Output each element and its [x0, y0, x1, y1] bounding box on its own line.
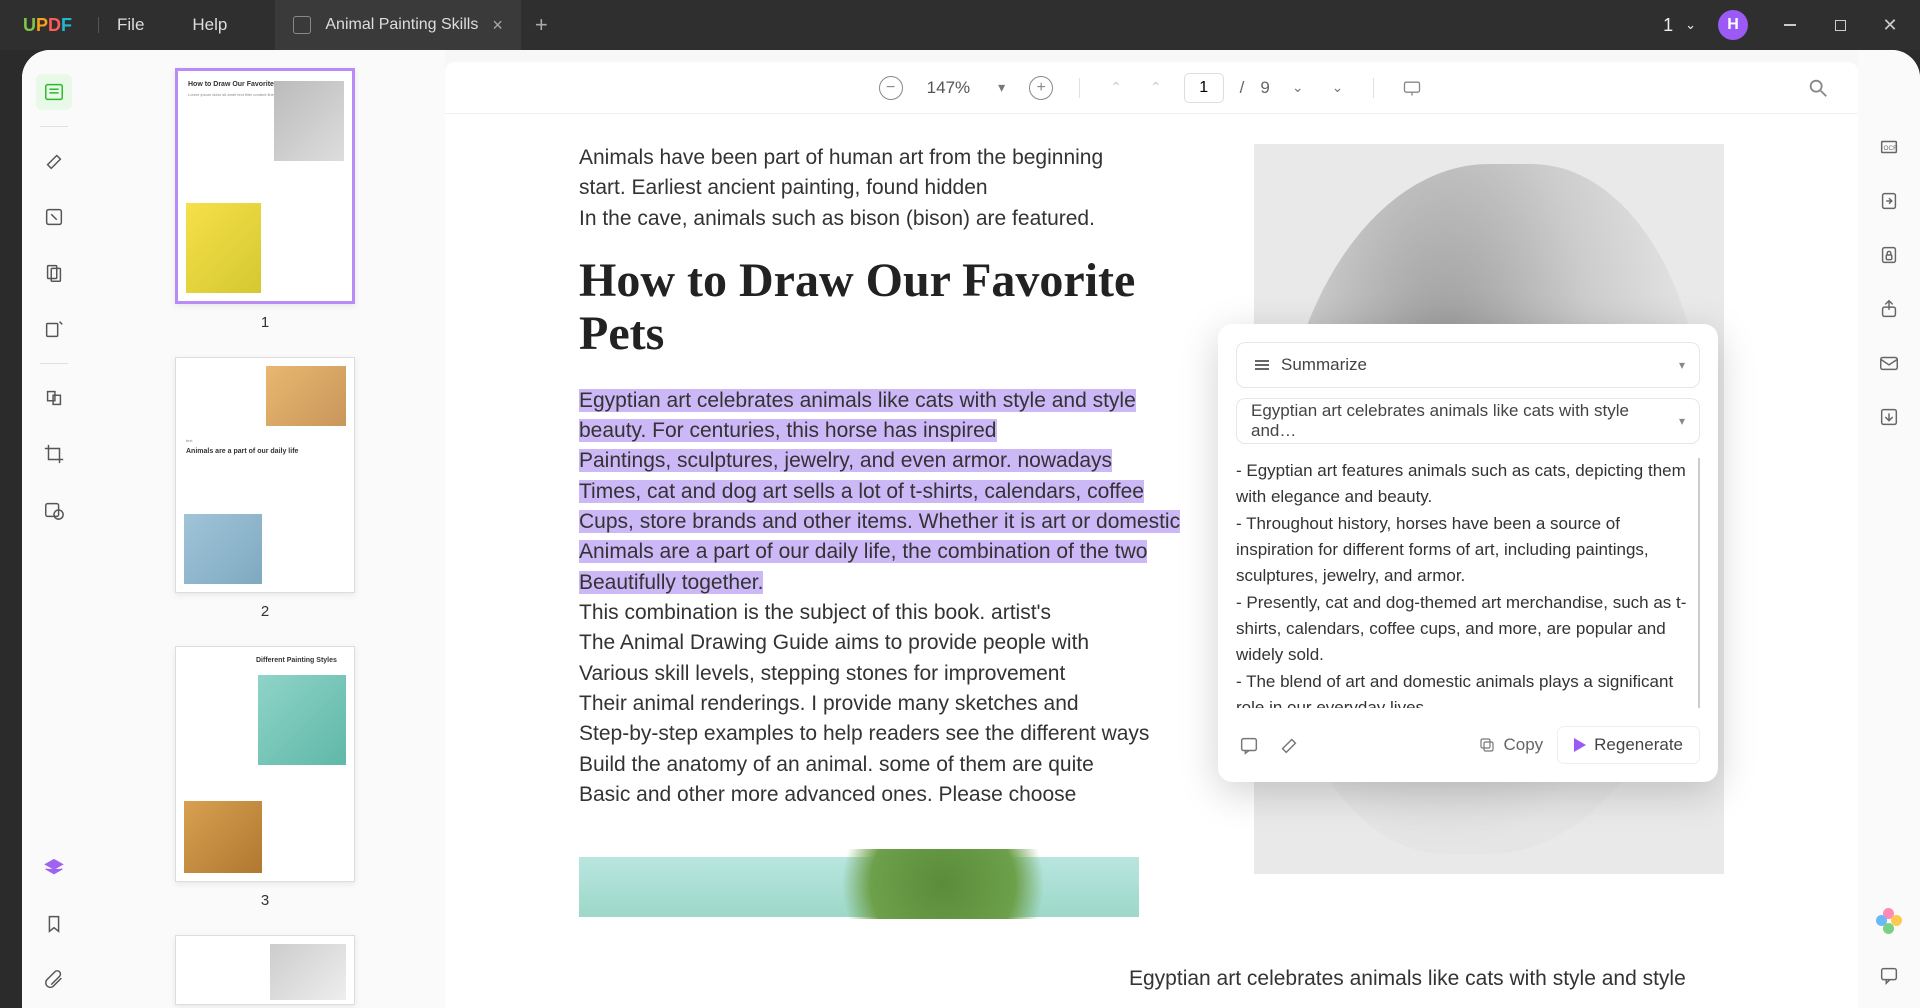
highlighter-icon[interactable]	[1276, 732, 1302, 758]
add-tab-button[interactable]: +	[535, 12, 548, 38]
last-page-icon[interactable]: ⌄	[1326, 73, 1350, 102]
tab-close-icon[interactable]: ×	[492, 15, 503, 36]
zoom-out-button[interactable]: −	[877, 74, 905, 102]
save-icon[interactable]	[1876, 404, 1902, 430]
page-total: 9	[1260, 78, 1269, 98]
layers-icon[interactable]	[36, 850, 72, 886]
page-thumbnail[interactable]: Different Painting Styles	[175, 646, 355, 882]
page-separator: /	[1240, 78, 1245, 98]
chevron-down-icon: ▾	[1679, 358, 1685, 372]
regenerate-button[interactable]: Regenerate	[1557, 726, 1700, 764]
app-logo: UPDF	[15, 10, 80, 40]
svg-text:OCR: OCR	[1884, 145, 1899, 152]
window-counter[interactable]: 1	[1663, 15, 1673, 36]
prev-page-icon[interactable]: ⌃	[1144, 73, 1168, 102]
page-thumbnail[interactable]: How to Draw Our Favorite PetsLorem ipsum…	[175, 68, 355, 304]
protect-icon[interactable]	[1876, 242, 1902, 268]
ai-mode-select[interactable]: Summarize ▾	[1236, 342, 1700, 388]
document-second-column: Egyptian art celebrates animals like cat…	[579, 965, 1724, 993]
document-tab[interactable]: Animal Painting Skills ×	[275, 0, 520, 50]
ai-result-text[interactable]: - Egyptian art features animals such as …	[1236, 458, 1700, 708]
menu-file[interactable]: File	[117, 15, 144, 35]
window-maximize[interactable]	[1820, 5, 1860, 45]
ocr-icon[interactable]: OCR	[1876, 134, 1902, 160]
tab-title: Animal Painting Skills	[325, 16, 478, 34]
thumbnail-panel[interactable]: How to Draw Our Favorite PetsLorem ipsum…	[85, 50, 445, 1008]
thumbnail-number: 1	[261, 314, 269, 331]
window-minimize[interactable]	[1770, 5, 1810, 45]
highlighter-icon[interactable]	[36, 143, 72, 179]
ai-summary-select[interactable]: Egyptian art celebrates animals like cat…	[1236, 398, 1700, 444]
tab-document-icon	[293, 16, 311, 34]
document-heading: How to Draw Our Favorite Pets	[579, 255, 1204, 361]
page-thumbnail[interactable]: textAnimals are a part of our daily life	[175, 357, 355, 593]
comment-icon[interactable]	[1876, 962, 1902, 988]
page-number-input[interactable]	[1184, 73, 1224, 103]
titlebar: UPDF File Help Animal Painting Skills × …	[0, 0, 1920, 50]
attachment-icon[interactable]	[36, 962, 72, 998]
window-close[interactable]: ✕	[1870, 5, 1910, 45]
list-icon	[1251, 358, 1269, 372]
fill-sign-icon[interactable]	[36, 311, 72, 347]
next-page-icon[interactable]: ⌄	[1286, 73, 1310, 102]
ai-assistant-panel: Summarize ▾ Egyptian art celebrates anim…	[1218, 324, 1718, 782]
edit-text-icon[interactable]	[36, 199, 72, 235]
zoom-dropdown-icon[interactable]: ▾	[992, 73, 1011, 102]
search-icon[interactable]	[1804, 74, 1832, 102]
document-text-column[interactable]: Animals have been part of human art from…	[579, 144, 1204, 917]
thumbnail-number: 2	[261, 603, 269, 620]
bookmark-icon[interactable]	[36, 906, 72, 942]
page-thumbnail[interactable]	[175, 935, 355, 1005]
page-organizer-icon[interactable]	[36, 255, 72, 291]
play-icon	[1574, 738, 1586, 752]
ai-flower-icon[interactable]	[1876, 908, 1902, 934]
sticky-note-icon[interactable]	[1236, 732, 1262, 758]
chevron-down-icon[interactable]: ⌄	[1685, 17, 1696, 33]
share-icon[interactable]	[1876, 296, 1902, 322]
crop-icon[interactable]	[36, 436, 72, 472]
user-avatar[interactable]: H	[1718, 10, 1748, 40]
chevron-down-icon: ▾	[1679, 414, 1685, 428]
reader-mode-icon[interactable]	[36, 74, 72, 110]
document-toolbar: − 147% ▾ + ⌃ ⌃ / 9 ⌄ ⌄	[445, 62, 1858, 114]
zoom-in-button[interactable]: +	[1027, 74, 1055, 102]
copy-button[interactable]: Copy	[1478, 735, 1543, 755]
workspace: How to Draw Our Favorite PetsLorem ipsum…	[22, 50, 1920, 1008]
presentation-icon[interactable]	[1398, 74, 1426, 102]
highlighted-text: Egyptian art celebrates animals like cat…	[579, 389, 1136, 412]
document-view: − 147% ▾ + ⌃ ⌃ / 9 ⌄ ⌄ Animals have been…	[445, 62, 1858, 1008]
convert-icon[interactable]	[1876, 188, 1902, 214]
document-image-tree	[579, 857, 1139, 917]
right-sidebar: OCR	[1858, 50, 1920, 1008]
first-page-icon[interactable]: ⌃	[1104, 73, 1128, 102]
redact-icon[interactable]	[36, 380, 72, 416]
left-sidebar	[22, 50, 85, 1008]
email-icon[interactable]	[1876, 350, 1902, 376]
zoom-value[interactable]: 147%	[927, 78, 970, 98]
thumbnail-number: 3	[261, 892, 269, 909]
document-scroll[interactable]: Animals have been part of human art from…	[445, 114, 1858, 1008]
watermark-icon[interactable]	[36, 492, 72, 528]
menu-help[interactable]: Help	[192, 15, 227, 35]
